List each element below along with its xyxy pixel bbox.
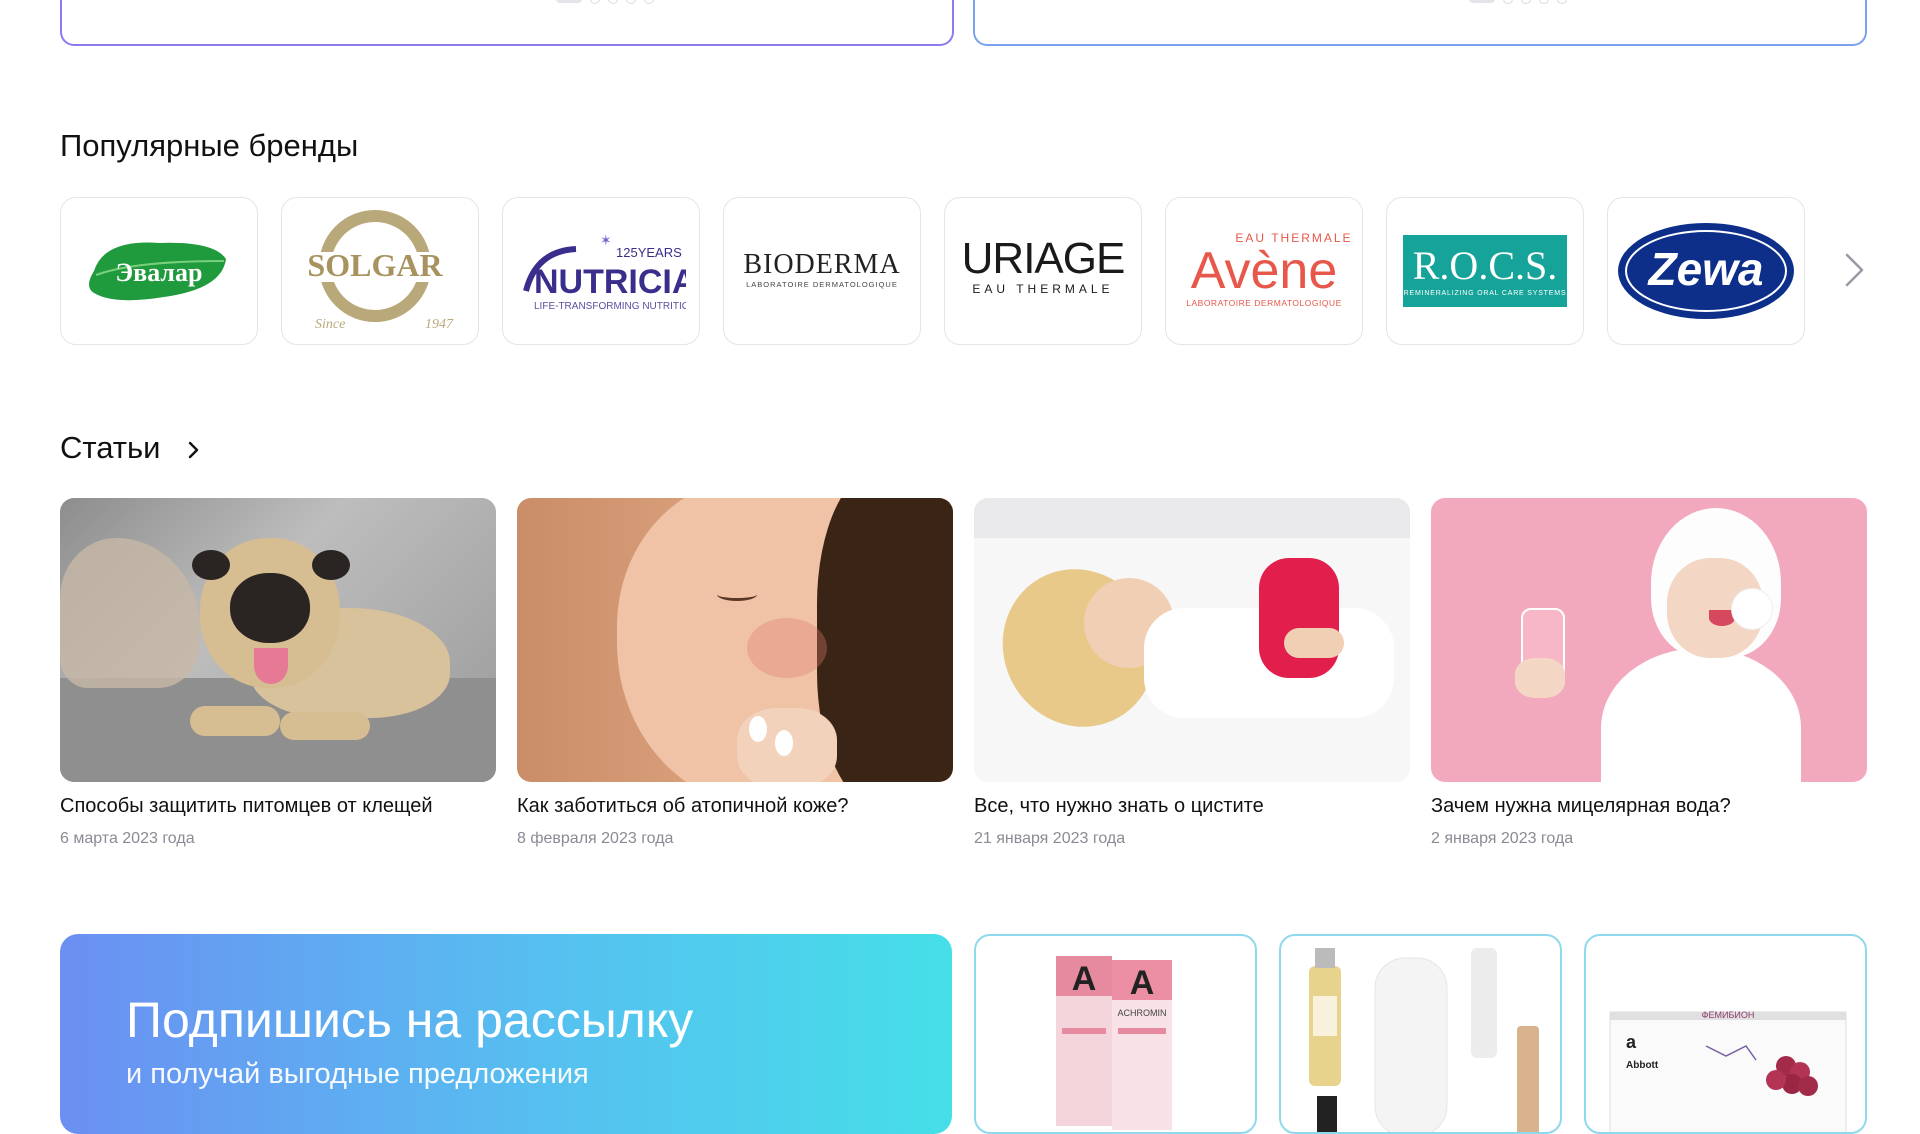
svg-text:LABORATOIRE DERMATOLOGIQUE: LABORATOIRE DERMATOLOGIQUE (1186, 298, 1341, 308)
article-image-skin (517, 498, 953, 782)
carousel-dot[interactable] (1557, 0, 1567, 4)
carousel-dot[interactable] (556, 0, 582, 3)
achromin-product-image: A A ACHROMIN (1056, 956, 1172, 1130)
uriage-logo: URIAGE EAU THERMALE (962, 234, 1126, 296)
article-date: 21 января 2023 года (974, 830, 1126, 847)
articles-section-title[interactable]: Статьи (60, 430, 201, 466)
carousel-dots (556, 0, 654, 4)
svg-text:URIAGE: URIAGE (962, 234, 1125, 283)
carousel-dot[interactable] (1539, 0, 1549, 4)
svg-text:A: A (1130, 964, 1155, 1002)
carousel-dot[interactable] (626, 0, 636, 4)
svg-text:✶: ✶ (600, 232, 612, 248)
article-date: 6 марта 2023 года (60, 830, 195, 847)
carousel-dots (1469, 0, 1567, 4)
svg-text:NUTRICIA: NUTRICIA (534, 263, 686, 301)
svg-text:A: A (1072, 960, 1097, 998)
svg-text:Avène: Avène (1191, 242, 1338, 300)
carousel-dot[interactable] (1521, 0, 1531, 4)
subscribe-banner[interactable]: Подпишись на рассылку и получай выгодные… (60, 934, 952, 1134)
svg-text:1947: 1947 (425, 317, 454, 332)
abbott-product-image: ФЕМИБИОН a Abbott (1609, 1010, 1847, 1132)
brand-card-avene[interactable]: EAU THERMALE Avène LABORATOIRE DERMATOLO… (1165, 197, 1363, 345)
subscribe-heading: Подпишись на рассылку (126, 992, 694, 1048)
svg-text:REMINERALIZING ORAL CARE SYSTE: REMINERALIZING ORAL CARE SYSTEMS (1404, 290, 1567, 297)
svg-text:R.O.C.S.: R.O.C.S. (1413, 243, 1558, 288)
article-title[interactable]: Зачем нужна мицелярная вода? (1431, 795, 1867, 818)
brand-card-bioderma[interactable]: BIODERMA LABORATOIRE DERMATOLOGIQUE (723, 197, 921, 345)
brand-card-rocs[interactable]: R.O.C.S. REMINERALIZING ORAL CARE SYSTEM… (1386, 197, 1584, 345)
brand-card-evalar[interactable]: Эвалар (60, 197, 258, 345)
article-title[interactable]: Как заботиться об атопичной коже? (517, 795, 953, 818)
article-card[interactable]: Все, что нужно знать о цистите 21 января… (974, 498, 1410, 848)
promo-card-cosmetics[interactable] (1279, 934, 1562, 1134)
article-title[interactable]: Способы защитить питомцев от клещей (60, 795, 496, 818)
svg-text:ФЕМИБИОН: ФЕМИБИОН (1702, 1010, 1755, 1020)
svg-text:EAU THERMALE: EAU THERMALE (972, 282, 1113, 296)
svg-text:SOLGAR: SOLGAR (307, 247, 443, 283)
svg-text:125YEARS: 125YEARS (616, 245, 682, 260)
promo-card-abbott[interactable]: ФЕМИБИОН a Abbott (1584, 934, 1867, 1134)
cosmetics-product-image (1309, 948, 1539, 1132)
nutricia-logo: 125YEARS NUTRICIA LIFE-TRANSFORMING NUTR… (523, 232, 686, 312)
promo-card-achromin[interactable]: A A ACHROMIN (974, 934, 1257, 1134)
article-card[interactable]: Как заботиться об атопичной коже? 8 февр… (517, 498, 953, 848)
article-image-micellar (1431, 498, 1867, 782)
article-card[interactable]: Способы защитить питомцев от клещей 6 ма… (60, 498, 496, 848)
zewa-logo: Zewa (1618, 223, 1794, 319)
carousel-dot[interactable] (1469, 0, 1495, 3)
carousel-dot[interactable] (644, 0, 654, 4)
carousel-dot[interactable] (1503, 0, 1513, 4)
article-date: 2 января 2023 года (1431, 830, 1574, 847)
svg-text:Эвалар: Эвалар (116, 258, 203, 287)
brands-section-title: Популярные бренды (60, 128, 359, 163)
evalar-logo: Эвалар (89, 242, 226, 301)
svg-text:Since: Since (315, 317, 345, 332)
articles-title-label: Статьи (60, 430, 161, 465)
top-banner-card[interactable] (973, 0, 1867, 46)
article-image-pug (60, 498, 496, 782)
bioderma-logo: BIODERMA LABORATOIRE DERMATOLOGIQUE (743, 249, 900, 289)
svg-text:LIFE-TRANSFORMING NUTRITION: LIFE-TRANSFORMING NUTRITION (534, 301, 686, 312)
rocs-logo: R.O.C.S. REMINERALIZING ORAL CARE SYSTEM… (1403, 235, 1567, 307)
article-image-cystitis (974, 498, 1410, 782)
brand-card-zewa[interactable]: Zewa (1607, 197, 1805, 345)
carousel-dot[interactable] (608, 0, 618, 4)
svg-text:ACHROMIN: ACHROMIN (1118, 1008, 1167, 1018)
chevron-right-icon[interactable] (1842, 252, 1866, 288)
svg-text:Zewa: Zewa (1646, 243, 1763, 295)
carousel-dot[interactable] (590, 0, 600, 4)
article-date: 8 февраля 2023 года (517, 830, 674, 847)
brand-card-nutricia[interactable]: 125YEARS NUTRICIA LIFE-TRANSFORMING NUTR… (502, 197, 700, 345)
chevron-right-icon (188, 441, 199, 459)
svg-text:Abbott: Abbott (1626, 1060, 1659, 1071)
article-card[interactable]: Зачем нужна мицелярная вода? 2 января 20… (1431, 498, 1867, 848)
article-title[interactable]: Все, что нужно знать о цистите (974, 795, 1410, 818)
svg-text:a: a (1626, 1032, 1637, 1052)
subscribe-subheading: и получай выгодные предложения (126, 1058, 589, 1090)
svg-text:LABORATOIRE DERMATOLOGIQUE: LABORATOIRE DERMATOLOGIQUE (746, 280, 898, 289)
brand-card-uriage[interactable]: URIAGE EAU THERMALE (944, 197, 1142, 345)
avene-logo: EAU THERMALE Avène LABORATOIRE DERMATOLO… (1186, 231, 1350, 308)
svg-text:BIODERMA: BIODERMA (743, 249, 900, 280)
brand-card-solgar[interactable]: SOLGAR Since 1947 (281, 197, 479, 345)
solgar-logo: SOLGAR Since 1947 (303, 210, 454, 332)
top-banner-card[interactable] (60, 0, 954, 46)
